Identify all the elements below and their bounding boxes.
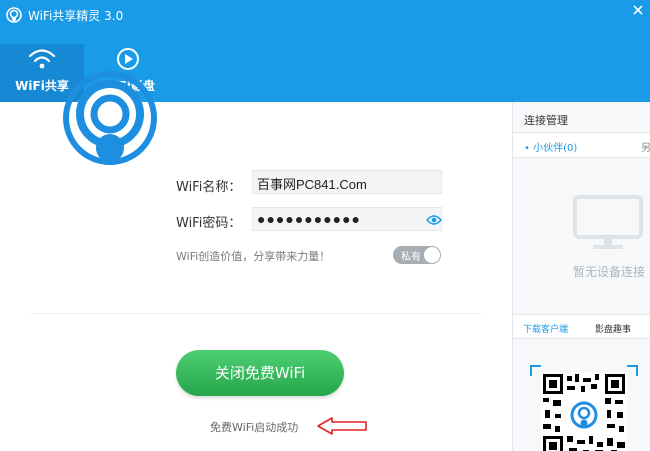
privacy-toggle-knob — [424, 247, 440, 263]
app-logo-icon — [6, 7, 22, 23]
close-icon[interactable] — [630, 2, 646, 18]
title-bar: WiFi共享精灵 3.0 — [0, 0, 650, 30]
app-title: WiFi共享精灵 3.0 — [28, 9, 124, 23]
no-device-text: 暂无设备连接 — [573, 265, 646, 279]
qr-code-image — [541, 372, 627, 451]
close-free-wifi-button[interactable]: 关闭免费WiFi — [176, 350, 344, 396]
divider — [30, 313, 482, 314]
panel-links: 下载客户端 影盘趣事 — [513, 315, 650, 339]
connection-tabs: • 小伙伴(0) 另 — [513, 132, 650, 158]
connection-panel-title: 连接管理 — [524, 114, 568, 127]
wifi-password-label: WiFi密码： — [176, 216, 242, 231]
wifi-spirit-logo-icon — [63, 71, 157, 165]
tagline-text: WiFi创造价值，分享带来力量！ — [176, 250, 331, 263]
privacy-toggle[interactable]: 私有 — [393, 246, 441, 264]
red-arrow-icon — [317, 417, 367, 435]
privacy-toggle-label: 私有 — [401, 252, 421, 263]
tab-more[interactable]: 另 — [641, 139, 650, 154]
qr-code-frame — [529, 364, 639, 451]
monitor-icon — [573, 195, 643, 249]
wifi-name-label: WiFi名称： — [176, 180, 242, 195]
play-icon — [117, 48, 139, 70]
wifi-name-field[interactable]: 百事网PC841.Com — [252, 170, 442, 194]
disk-stories-link[interactable]: 影盘趣事 — [595, 322, 631, 335]
tab-buddies[interactable]: • 小伙伴(0) — [524, 139, 577, 154]
status-text: 免费WiFi启动成功 — [210, 421, 299, 434]
download-client-link[interactable]: 下载客户端 — [523, 322, 568, 335]
show-password-eye-icon[interactable] — [426, 214, 442, 226]
connection-panel: 连接管理 • 小伙伴(0) 另 暂无设备连接 下载客户端 影盘趣事 — [512, 102, 650, 451]
wifi-password-field[interactable]: ●●●●●●●●●●● — [252, 207, 442, 231]
wifi-icon — [28, 49, 56, 69]
